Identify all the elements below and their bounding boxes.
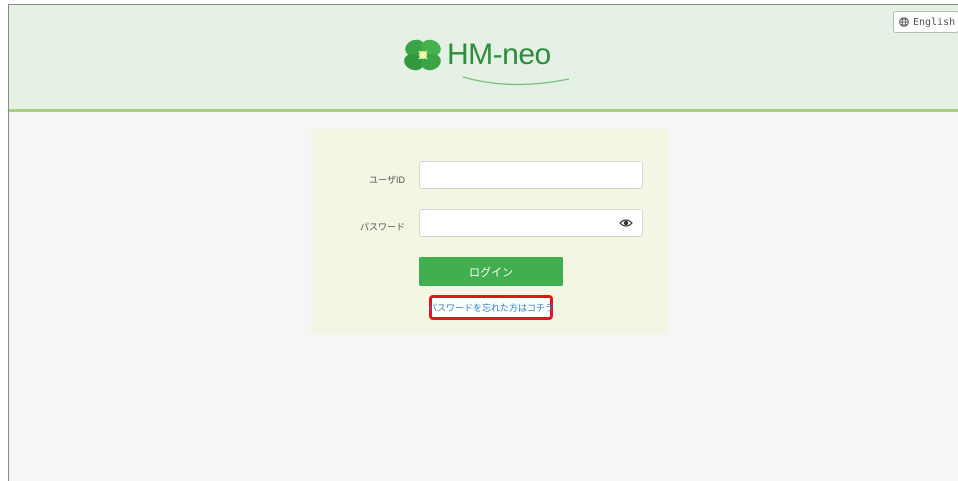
logo-swoosh xyxy=(462,76,570,86)
forgot-password-link[interactable]: パスワードを忘れた方はコチラ xyxy=(428,301,554,314)
login-panel: ユーザID パスワード ログイン パスワードを忘れた方はコチラ xyxy=(311,129,669,334)
logo-text: HM-neo xyxy=(447,38,551,71)
page-header: English HM-neo xyxy=(9,5,958,112)
browser-viewport: English HM-neo ユーザID パスワード ログイン パスワードを忘れ… xyxy=(8,4,958,481)
forgot-password-highlight: パスワードを忘れた方はコチラ xyxy=(428,295,554,320)
clover-logo-icon xyxy=(404,39,441,71)
eye-icon[interactable] xyxy=(619,218,633,228)
user-id-label: ユーザID xyxy=(369,175,405,185)
password-label: パスワード xyxy=(359,222,405,232)
app-logo: HM-neo xyxy=(401,33,601,97)
language-button-label: English xyxy=(913,16,956,28)
password-input[interactable] xyxy=(419,209,643,237)
language-switch-button[interactable]: English xyxy=(893,11,958,33)
login-button[interactable]: ログイン xyxy=(419,257,563,286)
globe-icon xyxy=(899,17,909,27)
user-id-input[interactable] xyxy=(419,161,643,189)
